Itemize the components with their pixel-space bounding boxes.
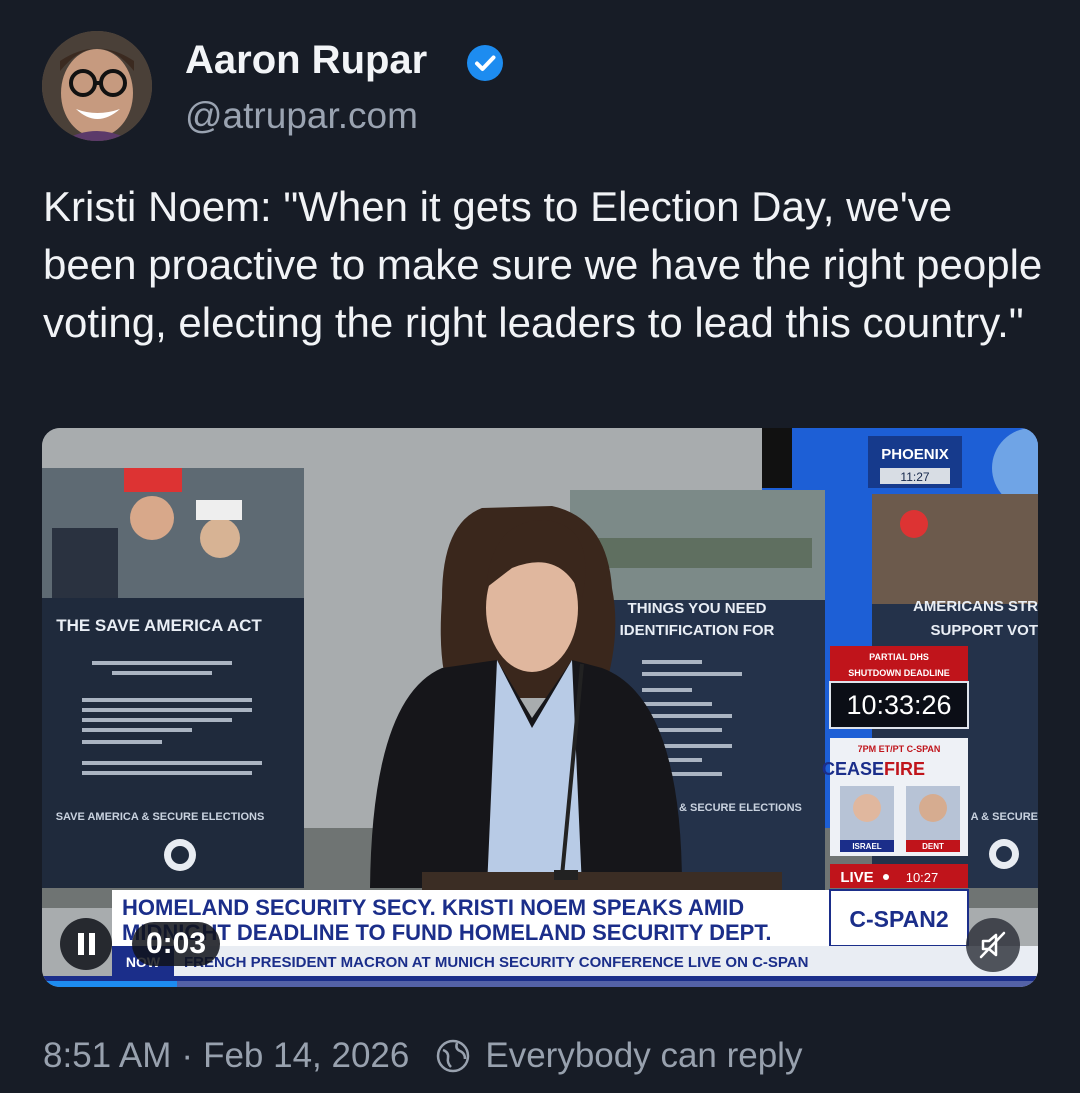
poster-center-title-1: THINGS YOU NEED [628, 600, 767, 617]
globe-icon [437, 1039, 470, 1073]
live-label: LIVE [840, 869, 873, 886]
poster-center-title-2: IDENTIFICATION FOR [620, 622, 775, 639]
verified-badge-icon [467, 45, 503, 81]
pause-button[interactable] [60, 918, 112, 970]
video-progress-track [42, 981, 1038, 987]
deadline-label-1: PARTIAL DHS [869, 652, 929, 662]
location-time: 11:27 [900, 470, 929, 484]
network-logo: C-SPAN2 [849, 906, 948, 932]
post-meta: 8:51 AM · Feb 14, 2026 Everybody can rep… [43, 1036, 802, 1076]
author-handle[interactable]: @atrupar.com [185, 95, 418, 137]
headline-line-1: HOMELAND SECURITY SECY. KRISTI NOEM SPEA… [122, 895, 744, 920]
promo-title-b: FIRE [884, 759, 925, 779]
poster-right-footer: A & SECURE [971, 811, 1038, 823]
promo-label-right: DENT [922, 842, 944, 851]
post-text: Kristi Noem: "When it gets to Election D… [43, 183, 1043, 346]
video-player[interactable]: THE SAVE AMERICA ACT SAVE AMERICA & SECU… [42, 428, 1038, 987]
video-progress-fill [42, 981, 177, 987]
reply-setting: Everybody can reply [485, 1036, 803, 1075]
post-time[interactable]: 8:51 AM [43, 1036, 171, 1076]
ticker-text: FRENCH PRESIDENT MACRON AT MUNICH SECURI… [184, 954, 808, 971]
post-date[interactable]: Feb 14, 2026 [203, 1036, 409, 1076]
promo-title-a: CEASE [822, 759, 884, 779]
meta-separator: · [181, 1036, 194, 1075]
location-label: PHOENIX [881, 446, 949, 463]
poster-left-footer: SAVE AMERICA & SECURE ELECTIONS [56, 811, 265, 823]
live-time: 10:27 [906, 870, 939, 885]
deadline-countdown: 10:33:26 [846, 690, 951, 720]
promo-time: 7PM ET/PT C-SPAN [858, 744, 941, 754]
pause-icon [78, 933, 95, 955]
mute-icon [979, 931, 1006, 959]
video-frame: THE SAVE AMERICA ACT SAVE AMERICA & SECU… [42, 428, 1038, 987]
poster-left-title: THE SAVE AMERICA ACT [56, 616, 262, 635]
author-avatar[interactable] [42, 31, 152, 141]
promo-label-left: ISRAEL [852, 842, 881, 851]
deadline-label-2: SHUTDOWN DEADLINE [848, 668, 950, 678]
poster-right-title-1: AMERICANS STR [913, 598, 1038, 615]
poster-right-title-2: SUPPORT VOT [930, 622, 1038, 639]
author-name[interactable]: Aaron Rupar [185, 38, 427, 83]
video-elapsed-time: 0:03 [132, 922, 221, 966]
mute-button[interactable] [966, 918, 1020, 972]
